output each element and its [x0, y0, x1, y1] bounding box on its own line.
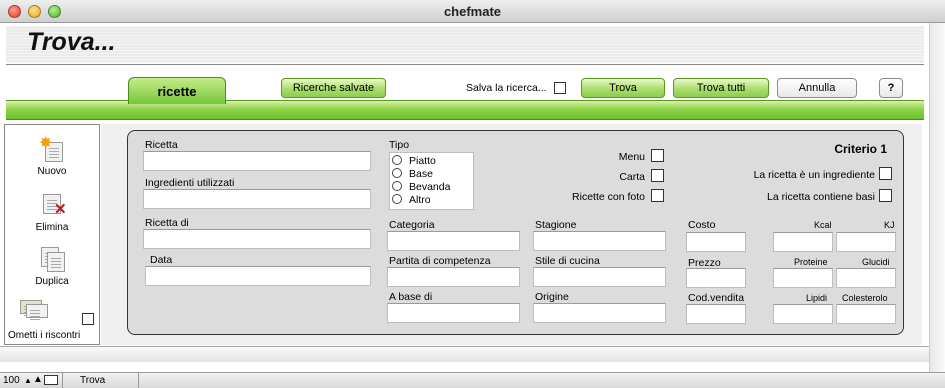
ricetta-label: Ricetta	[145, 139, 178, 151]
data-label: Data	[150, 254, 173, 266]
omit-matches-checkbox[interactable]	[82, 313, 94, 325]
tipo-option-bevanda[interactable]: Bevanda	[392, 181, 450, 193]
a-base-di-field[interactable]	[387, 303, 520, 323]
tipo-option-label: Bevanda	[409, 181, 451, 193]
data-field[interactable]	[145, 266, 371, 286]
duplicate-label: Duplica	[35, 276, 69, 287]
toolbar-toggle-icon[interactable]	[44, 375, 58, 385]
ingredienti-field[interactable]	[143, 189, 371, 209]
saved-searches-button[interactable]: Ricerche salvate	[281, 78, 386, 98]
tipo-option-piatto[interactable]: Piatto	[392, 155, 436, 167]
partita-label: Partita di competenza	[389, 255, 491, 267]
zoom-in-icon[interactable]: ▲	[33, 374, 43, 385]
ingredienti-label: Ingredienti utilizzati	[145, 177, 235, 189]
tab-ricette[interactable]: ricette	[128, 77, 226, 104]
mode-label: Trova	[80, 375, 106, 386]
horizontal-scrollbar[interactable]	[0, 346, 929, 362]
radio-icon	[392, 168, 402, 178]
carta-label: Carta	[619, 171, 645, 183]
categoria-field[interactable]	[387, 231, 520, 251]
delete-record-icon: ✕	[37, 192, 67, 220]
header-divider	[6, 64, 924, 65]
origine-field[interactable]	[533, 303, 666, 323]
categoria-label: Categoria	[389, 219, 435, 231]
stile-label: Stile di cucina	[535, 255, 600, 267]
ricette-con-foto-label: Ricette con foto	[572, 191, 645, 203]
stile-field[interactable]	[533, 267, 666, 287]
help-button[interactable]: ?	[879, 78, 903, 98]
menu-label: Menu	[618, 151, 645, 163]
lipidi-field[interactable]	[773, 304, 833, 324]
costo-field[interactable]	[686, 232, 746, 252]
vertical-scrollbar[interactable]	[929, 23, 945, 373]
cod-vendita-field[interactable]	[686, 304, 746, 324]
proteine-field[interactable]	[773, 268, 833, 288]
window-titlebar: chefmate	[0, 0, 945, 23]
status-divider	[138, 373, 139, 388]
zoom-out-icon[interactable]: ▲	[24, 376, 32, 385]
menu-checkbox[interactable]	[651, 149, 664, 162]
tipo-option-label: Base	[409, 168, 433, 180]
status-divider	[62, 373, 63, 388]
cancel-button[interactable]: Annulla	[777, 78, 857, 98]
colesterolo-field[interactable]	[836, 304, 896, 324]
carta-checkbox[interactable]	[651, 169, 664, 182]
ricetta-field[interactable]	[143, 151, 371, 171]
partita-field[interactable]	[387, 267, 520, 287]
cod-vendita-label: Cod.vendita	[688, 292, 745, 304]
kj-label: KJ	[884, 220, 895, 230]
omit-matches-icon	[14, 298, 74, 326]
criterion-title: Criterio 1	[834, 142, 887, 156]
tipo-label: Tipo	[389, 139, 410, 151]
find-button[interactable]: Trova	[581, 78, 665, 98]
window-title: chefmate	[443, 4, 502, 19]
delete-label: Elimina	[35, 222, 69, 233]
save-search-checkbox[interactable]	[554, 82, 566, 94]
status-bar: 100 ▲ ▲ Trova	[0, 372, 945, 388]
delete-tool[interactable]: ✕ Elimina	[4, 192, 100, 233]
duplicate-record-icon	[37, 246, 67, 274]
tipo-option-label: Altro	[409, 194, 431, 206]
ricette-con-foto-checkbox[interactable]	[651, 189, 664, 202]
prezzo-field[interactable]	[686, 268, 746, 288]
glucidi-label: Glucidi	[862, 257, 890, 267]
stagione-field[interactable]	[533, 231, 666, 251]
kj-field[interactable]	[836, 232, 896, 252]
radio-icon	[392, 181, 402, 191]
colesterolo-label: Colesterolo	[842, 293, 888, 303]
find-all-button[interactable]: Trova tutti	[673, 78, 769, 98]
costo-label: Costo	[688, 219, 716, 231]
ricetta-di-field[interactable]	[143, 229, 371, 249]
lipidi-label: Lipidi	[806, 293, 828, 303]
zoom-level[interactable]: 100	[3, 375, 20, 386]
a-base-di-label: A base di	[389, 291, 433, 303]
header-band	[6, 26, 924, 63]
stagione-label: Stagione	[535, 219, 577, 231]
kcal-label: Kcal	[814, 220, 832, 230]
duplicate-tool[interactable]: Duplica	[4, 246, 100, 287]
radio-icon	[392, 155, 402, 165]
page-title: Trova...	[27, 28, 116, 56]
contains-bases-label: La ricetta contiene basi	[767, 191, 875, 203]
ricetta-di-label: Ricetta di	[145, 217, 189, 229]
kcal-field[interactable]	[773, 232, 833, 252]
radio-icon	[392, 194, 402, 204]
new-tool[interactable]: ✸ Nuovo	[4, 136, 100, 178]
is-ingredient-checkbox[interactable]	[879, 167, 892, 180]
contains-bases-checkbox[interactable]	[879, 189, 892, 202]
tipo-option-base[interactable]: Base	[392, 168, 433, 180]
origine-label: Origine	[535, 291, 569, 303]
is-ingredient-label: La ricetta è un ingrediente	[753, 169, 875, 181]
proteine-label: Proteine	[794, 257, 828, 267]
save-search-label: Salva la ricerca...	[466, 82, 547, 94]
tipo-option-altro[interactable]: Altro	[392, 194, 431, 206]
new-record-icon: ✸	[37, 136, 67, 164]
tipo-option-label: Piatto	[409, 155, 436, 167]
glucidi-field[interactable]	[836, 268, 896, 288]
new-label: Nuovo	[37, 166, 67, 177]
omit-matches-label: Ometti i riscontri	[8, 330, 81, 341]
